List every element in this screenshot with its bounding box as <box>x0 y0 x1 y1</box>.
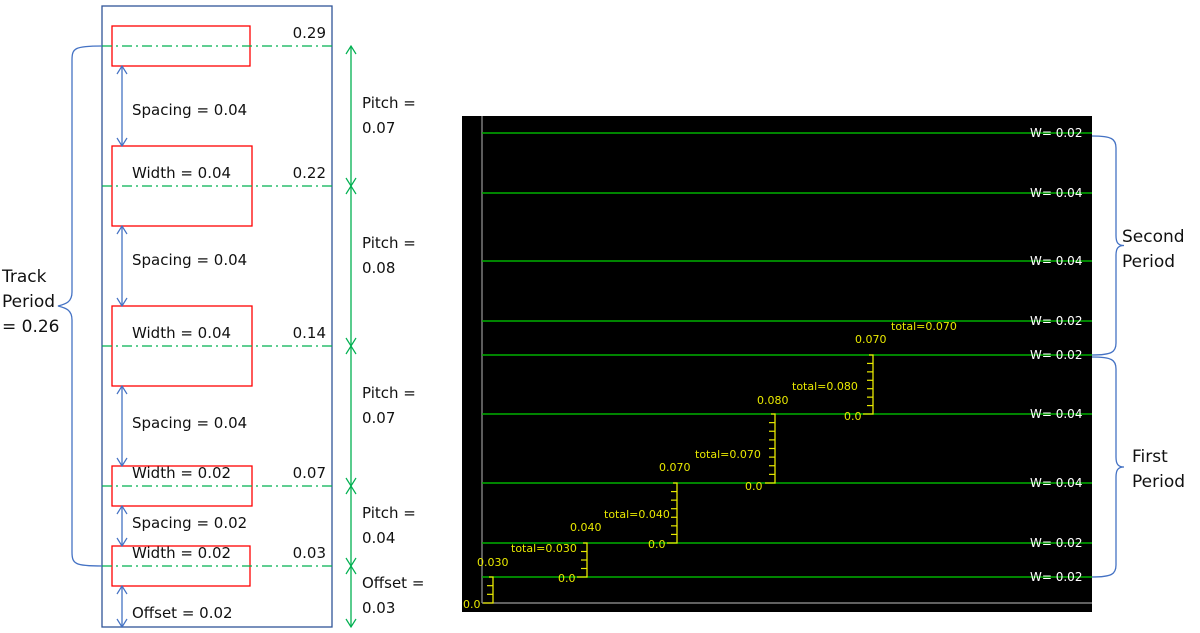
ruler-total-label: total=0.070 <box>891 320 957 333</box>
width-label: W= 0.02 <box>1030 126 1082 140</box>
pitch-label: Pitch = <box>362 384 416 402</box>
ruler-value-label: 0.040 <box>570 521 602 534</box>
width-label: Width = 0.04 <box>132 324 231 342</box>
pitch-label: Pitch = <box>362 234 416 252</box>
spacing-label: Offset = 0.02 <box>132 604 233 622</box>
first-period-brace <box>1091 356 1125 578</box>
track-period-label: = 0.26 <box>2 317 60 337</box>
track-position-label: 0.22 <box>293 164 326 182</box>
ruler-zero-label: 0.0 <box>558 572 576 585</box>
width-label: W= 0.02 <box>1030 314 1082 328</box>
spacing-label: Spacing = 0.04 <box>132 101 247 119</box>
width-label: W= 0.04 <box>1030 476 1082 490</box>
width-label: W= 0.02 <box>1030 348 1082 362</box>
spacing-label: Spacing = 0.04 <box>132 414 247 432</box>
track-period-label: Track <box>1 267 47 287</box>
layout-viewport <box>462 116 1092 612</box>
first-period-label: First <box>1132 447 1168 467</box>
track-position-label: 0.07 <box>293 464 326 482</box>
pitch-value: 0.03 <box>362 599 395 617</box>
second-period-label: Period <box>1122 252 1175 272</box>
second-period-brace <box>1091 135 1125 356</box>
width-label: W= 0.04 <box>1030 186 1082 200</box>
ruler-zero-label: 0.0 <box>745 480 763 493</box>
first-period-label: Period <box>1132 472 1185 492</box>
track-position-label: 0.03 <box>293 544 326 562</box>
ruler-zero-label: 0.0 <box>463 598 481 611</box>
second-period-label: Second <box>1122 227 1185 247</box>
width-label: W= 0.04 <box>1030 407 1082 421</box>
spacing-label: Spacing = 0.02 <box>132 514 247 532</box>
ruler-total-label: total=0.030 <box>511 542 577 555</box>
ruler-total-label: total=0.070 <box>695 448 761 461</box>
track-period-brace <box>57 45 103 567</box>
width-label: W= 0.04 <box>1030 254 1082 268</box>
pitch-label: Pitch = <box>362 94 416 112</box>
ruler-value-label: 0.030 <box>477 556 509 569</box>
diagram-canvas: 0.29 0.22 0.14 0.07 0.03 Spacing = 0.04 Width … <box>1 5 1185 629</box>
ruler-total-label: total=0.080 <box>792 380 858 393</box>
width-label: W= 0.02 <box>1030 536 1082 550</box>
width-label: Width = 0.02 <box>132 544 231 562</box>
track-period-label: Period <box>2 292 55 312</box>
ruler-value-label: 0.070 <box>855 333 887 346</box>
pitch-label: Offset = <box>362 574 424 592</box>
pitch-value: 0.04 <box>362 529 395 547</box>
width-label: W= 0.02 <box>1030 570 1082 584</box>
spacing-label: Spacing = 0.04 <box>132 251 247 269</box>
track-position-label: 0.14 <box>293 324 326 342</box>
ruler-zero-label: 0.0 <box>648 538 666 551</box>
track-position-label: 0.29 <box>293 24 326 42</box>
ruler-total-label: total=0.040 <box>604 508 670 521</box>
ruler-value-label: 0.070 <box>659 461 691 474</box>
pitch-value: 0.07 <box>362 119 395 137</box>
ruler-zero-label: 0.0 <box>844 410 862 423</box>
pitch-value: 0.08 <box>362 259 395 277</box>
width-label: Width = 0.04 <box>132 164 231 182</box>
width-label: Width = 0.02 <box>132 464 231 482</box>
ruler-value-label: 0.080 <box>757 394 789 407</box>
pitch-value: 0.07 <box>362 409 395 427</box>
track-frame <box>101 5 333 628</box>
track-pitch-diagram: 0.29 0.22 0.14 0.07 0.03 Spacing = 0.04 Width … <box>0 0 1200 633</box>
pitch-label: Pitch = <box>362 504 416 522</box>
